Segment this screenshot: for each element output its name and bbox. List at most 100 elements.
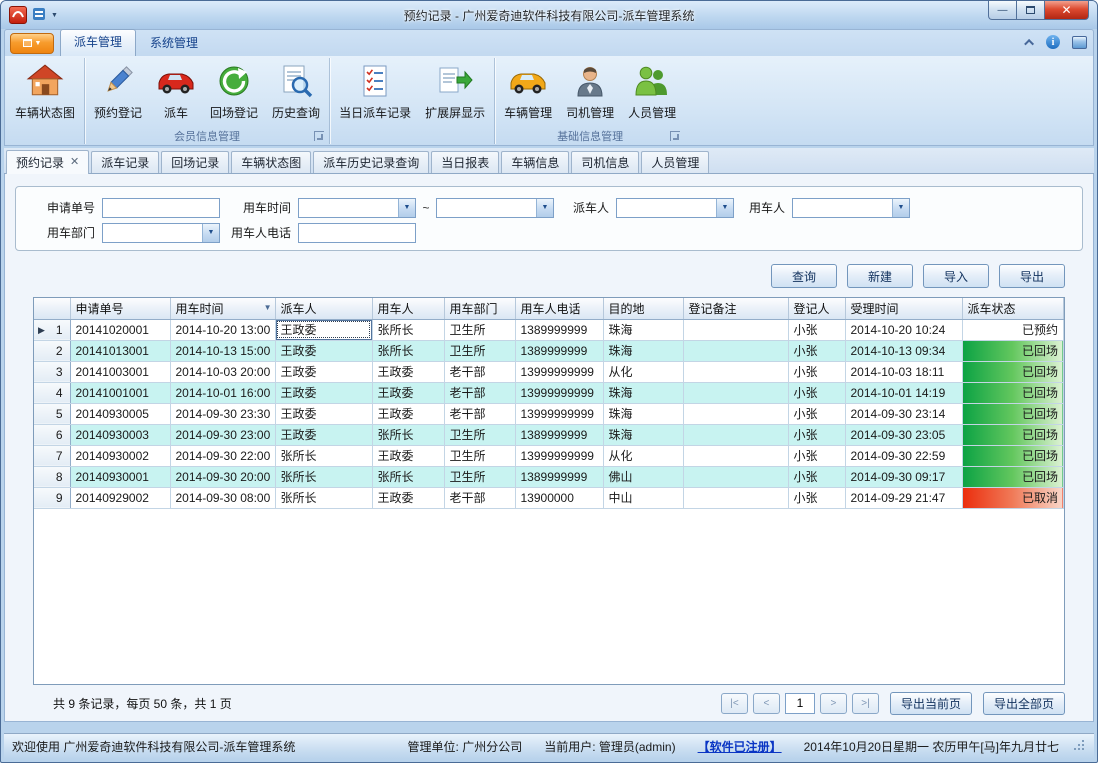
status-cell[interactable]: 已回场	[962, 466, 1064, 487]
return-register-button[interactable]: 回场登记	[204, 58, 264, 126]
data-cell[interactable]	[683, 340, 788, 361]
data-cell[interactable]: 20140930002	[70, 445, 170, 466]
data-cell[interactable]: 卫生所	[444, 466, 515, 487]
row-header-cell[interactable]: ▶9	[34, 487, 70, 508]
page-number-input[interactable]	[785, 693, 815, 714]
data-cell[interactable]: 小张	[788, 340, 845, 361]
close-button[interactable]: ✕	[1044, 1, 1089, 20]
quick-access-grid-icon[interactable]	[32, 7, 46, 24]
chevron-down-icon[interactable]: ▼	[536, 199, 553, 217]
data-cell[interactable]: 13999999999	[515, 403, 603, 424]
data-cell[interactable]: 卫生所	[444, 340, 515, 361]
data-cell[interactable]: 20140929002	[70, 487, 170, 508]
data-cell[interactable]: 卫生所	[444, 319, 515, 340]
data-cell[interactable]: 王政委	[275, 424, 372, 445]
data-cell[interactable]: 佛山	[603, 466, 683, 487]
data-cell[interactable]: 2014-09-30 23:14	[845, 403, 962, 424]
export-button[interactable]: 导出	[999, 264, 1065, 288]
quick-access-dropdown-icon[interactable]: ▼	[51, 12, 58, 19]
query-button[interactable]: 查询	[771, 264, 837, 288]
department-combo[interactable]: ▼	[102, 223, 220, 243]
column-header-dispatcher[interactable]: 派车人	[275, 298, 372, 319]
personnel-management-button[interactable]: 人员管理	[622, 58, 682, 126]
data-cell[interactable]: 王政委	[372, 382, 444, 403]
data-cell[interactable]: 王政委	[372, 487, 444, 508]
data-cell[interactable]: 2014-09-30 23:30	[170, 403, 275, 424]
data-cell[interactable]: 2014-10-13 09:34	[845, 340, 962, 361]
data-cell[interactable]: 13999999999	[515, 382, 603, 403]
data-cell[interactable]: 小张	[788, 466, 845, 487]
ribbon-tab-system-management[interactable]: 系统管理	[136, 30, 212, 56]
data-cell[interactable]: 20140930003	[70, 424, 170, 445]
chevron-down-icon[interactable]: ▼	[892, 199, 909, 217]
driver-management-button[interactable]: 司机管理	[560, 58, 620, 126]
data-cell[interactable]: 2014-10-03 18:11	[845, 361, 962, 382]
table-row[interactable]: ▶3 20141003001 2014-10-03 20:00 王政委 王政委 …	[34, 361, 1064, 382]
data-cell[interactable]: 珠海	[603, 403, 683, 424]
data-cell[interactable]: 老干部	[444, 487, 515, 508]
extended-screen-button[interactable]: 扩展屏显示	[419, 58, 491, 126]
data-cell[interactable]: 2014-10-20 10:24	[845, 319, 962, 340]
data-cell[interactable]: 张所长	[372, 466, 444, 487]
license-status-link[interactable]: 【软件已注册】	[698, 738, 782, 755]
application-menu-button[interactable]: ▼	[10, 33, 54, 54]
data-cell[interactable]: 20140930005	[70, 403, 170, 424]
collapse-ribbon-icon[interactable]	[1024, 38, 1034, 48]
data-cell[interactable]	[683, 361, 788, 382]
data-cell[interactable]: 小张	[788, 403, 845, 424]
status-cell[interactable]: 已回场	[962, 361, 1064, 382]
data-cell[interactable]: 珠海	[603, 382, 683, 403]
table-row[interactable]: ▶9 20140929002 2014-09-30 08:00 张所长 王政委 …	[34, 487, 1064, 508]
table-row[interactable]: ▶2 20141013001 2014-10-13 15:00 王政委 张所长 …	[34, 340, 1064, 361]
column-header-status[interactable]: 派车状态	[962, 298, 1064, 319]
history-query-button[interactable]: 历史查询	[266, 58, 326, 126]
app-logo-icon[interactable]	[9, 6, 27, 24]
status-cell[interactable]: 已回场	[962, 340, 1064, 361]
data-cell[interactable]: 2014-09-30 22:00	[170, 445, 275, 466]
data-cell[interactable]: 王政委	[275, 403, 372, 424]
data-cell[interactable]: 小张	[788, 319, 845, 340]
data-cell[interactable]: 老干部	[444, 361, 515, 382]
data-cell[interactable]	[683, 487, 788, 508]
user-combo[interactable]: ▼	[792, 198, 910, 218]
status-cell[interactable]: 已回场	[962, 403, 1064, 424]
data-cell[interactable]: 王政委	[372, 403, 444, 424]
data-cell[interactable]: 20141020001	[70, 319, 170, 340]
data-cell[interactable]: 小张	[788, 382, 845, 403]
column-header-destination[interactable]: 目的地	[603, 298, 683, 319]
data-cell[interactable]: 从化	[603, 445, 683, 466]
row-header-cell[interactable]: ▶4	[34, 382, 70, 403]
data-cell[interactable]: 2014-10-03 20:00	[170, 361, 275, 382]
data-cell[interactable]: 1389999999	[515, 319, 603, 340]
data-cell[interactable]: 张所长	[372, 340, 444, 361]
dialog-launcher-icon[interactable]	[670, 131, 680, 141]
title-bar[interactable]: ▼ 预约记录 - 广州爱奇迪软件科技有限公司-派车管理系统 — ✕	[1, 1, 1097, 29]
status-cell[interactable]: 已回场	[962, 424, 1064, 445]
data-cell[interactable]: 20141001001	[70, 382, 170, 403]
data-cell[interactable]: 13999999999	[515, 445, 603, 466]
data-cell[interactable]: 小张	[788, 445, 845, 466]
data-cell[interactable]: 1389999999	[515, 466, 603, 487]
export-all-pages-button[interactable]: 导出全部页	[983, 692, 1065, 715]
data-cell[interactable]: 珠海	[603, 340, 683, 361]
data-cell[interactable]: 王政委	[275, 340, 372, 361]
export-current-page-button[interactable]: 导出当前页	[890, 692, 972, 715]
data-cell[interactable]: 2014-09-30 08:00	[170, 487, 275, 508]
data-cell[interactable]: 2014-10-20 13:00	[170, 319, 275, 340]
request-no-input[interactable]	[102, 198, 220, 218]
data-cell[interactable]: 张所长	[275, 445, 372, 466]
last-page-button[interactable]: >|	[852, 693, 879, 714]
tab-daily-report[interactable]: 当日报表	[431, 151, 499, 173]
dialog-launcher-icon[interactable]	[314, 131, 324, 141]
row-header-cell[interactable]: ▶7	[34, 445, 70, 466]
chevron-down-icon[interactable]: ▼	[398, 199, 415, 217]
data-cell[interactable]: 2014-09-30 09:17	[845, 466, 962, 487]
data-cell[interactable]	[683, 466, 788, 487]
use-time-from-combo[interactable]: ▼	[298, 198, 416, 218]
use-time-to-combo[interactable]: ▼	[436, 198, 554, 218]
data-cell[interactable]: 2014-09-30 22:59	[845, 445, 962, 466]
data-cell[interactable]: 13900000	[515, 487, 603, 508]
row-header-cell[interactable]: ▶5	[34, 403, 70, 424]
data-cell[interactable]: 13999999999	[515, 361, 603, 382]
reservation-register-button[interactable]: 预约登记	[88, 58, 148, 126]
